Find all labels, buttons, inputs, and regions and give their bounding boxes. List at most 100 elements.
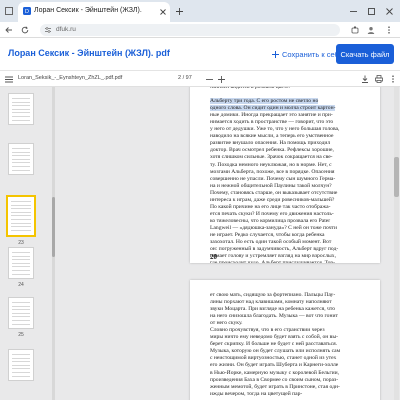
- thumbnail-text-line: [12, 116, 30, 117]
- new-tab-icon[interactable]: [174, 6, 184, 16]
- thumbnail-text-line: [12, 364, 30, 366]
- viewer-scrollbar-track[interactable]: [394, 87, 399, 400]
- text-line: одного слова. Он сидит один и молча стро…: [210, 105, 336, 112]
- thumbnail-text-line: [12, 305, 30, 307]
- page-thumbnail[interactable]: [8, 297, 34, 329]
- thumbnail-text-line: [12, 262, 30, 264]
- document-viewer: Минхен видится в розовом цвете. Альберту…: [56, 87, 400, 400]
- viewer-toolbar: Loran_Seksik_-_Eynshteyn_ZhZL_.pdf.pdf 2…: [0, 71, 400, 87]
- text-line: ется печать скуки? И почему его движения…: [210, 210, 334, 217]
- site-info-icon[interactable]: [44, 26, 52, 34]
- thumbnail-page-number: 25: [18, 332, 24, 338]
- plus-icon: [272, 50, 279, 58]
- text-line: лины порхают над клавишами, комнату напо…: [210, 299, 332, 306]
- close-window-icon[interactable]: [384, 6, 394, 16]
- tab-strip-icon[interactable]: [4, 6, 14, 16]
- thumbnail-text-line: [12, 259, 30, 261]
- text-line: берет скрипку. И больше не будет с ней р…: [210, 341, 338, 348]
- thumbnail-text-line: [12, 169, 30, 171]
- profile-icon[interactable]: [366, 25, 376, 35]
- print-icon[interactable]: [374, 74, 384, 84]
- sidebar-scrollbar-thumb[interactable]: [52, 197, 55, 257]
- text-line: По какой причине на его лице так часто о…: [210, 203, 331, 210]
- text-line: совершенно не упасли. Почему сын шумного…: [210, 175, 336, 182]
- document-title: Лоран Сексик - Эйнштейн (ЖЗЛ). pdf: [8, 48, 170, 58]
- thumbnail-text-line: [12, 273, 30, 275]
- reload-icon[interactable]: [20, 25, 30, 35]
- thumbnail-page-number: 24: [18, 282, 24, 288]
- text-line: Альберту три года. С его ростом не светл…: [210, 98, 319, 105]
- text-line: нимает голову и устремляет взгляд на мир…: [210, 253, 336, 260]
- page-thumbnail-active[interactable]: [6, 195, 36, 237]
- thumbnail-text-line: [11, 226, 31, 228]
- back-icon[interactable]: [4, 25, 14, 35]
- page-indicator[interactable]: 2 / 97: [178, 75, 192, 81]
- extensions-icon[interactable]: [350, 25, 360, 35]
- svg-text:D: D: [25, 9, 29, 15]
- browser-tab-bar: D Лоран Сексик - Эйнштейн (ЖЗЛ).: [0, 0, 400, 22]
- document-page: ет свою мать, сидящую за фортепиано. Пал…: [190, 280, 380, 400]
- browser-menu-icon[interactable]: [384, 25, 394, 35]
- minimize-icon[interactable]: [348, 6, 358, 16]
- page-number: 20: [210, 253, 217, 261]
- thumbnail-text-line: [12, 148, 30, 149]
- thumbnail-text-line: [12, 354, 30, 355]
- url-field[interactable]: dfuk.ru: [40, 24, 340, 36]
- text-line: на и нежной общительной Паулины такой мо…: [210, 182, 332, 189]
- thumbnail-text-line: [11, 215, 31, 217]
- page-thumbnail[interactable]: [8, 143, 34, 175]
- thumbnail-text-line: [11, 229, 31, 231]
- thumbnail-page-number: 23: [18, 240, 24, 246]
- download-button[interactable]: Скачать файл: [336, 44, 394, 64]
- thumbnail-text-line: [12, 255, 30, 257]
- app-header: Лоран Сексик - Эйнштейн (ЖЗЛ). pdf Сохра…: [0, 38, 400, 71]
- save-to-account-button[interactable]: Сохранить к себе: [272, 44, 343, 64]
- page-thumbnail[interactable]: [8, 93, 34, 125]
- text-line: с неистощимой виртуозностью, станет одно…: [210, 355, 337, 362]
- thumbnail-text-line: [11, 204, 31, 206]
- text-line: его жизни. Он будет играть Шуберта и Кар…: [210, 362, 339, 369]
- text-line: от него скуку.: [210, 320, 243, 327]
- text-line: доктор. Врач осмотрел ребенка. Рефлексы …: [210, 147, 334, 154]
- thumbnail-text-line: [12, 162, 30, 164]
- zoom-in-icon[interactable]: [216, 74, 226, 84]
- download-icon[interactable]: [360, 74, 370, 84]
- text-line: на него снизошла благодать. Музыка — вот…: [210, 313, 338, 320]
- text-line: женным мемотой, будет играть в Принстоне…: [210, 383, 340, 390]
- thumbnail-text-line: [12, 375, 30, 377]
- thumbnail-text-line: [12, 155, 30, 157]
- thumbnail-text-line: [12, 119, 30, 121]
- thumbnail-text-line: [11, 211, 31, 213]
- document-page: Минхен видится в розовом цвете. Альберту…: [190, 87, 380, 263]
- browser-tab[interactable]: D Лоран Сексик - Эйнштейн (ЖЗЛ).: [18, 2, 170, 22]
- text-line: хотя слишком сильные. Зрачок сокращается…: [210, 154, 333, 161]
- thumbnail-text-line: [11, 222, 31, 224]
- text-line: интереса к играм, даже среди ровесников-…: [210, 196, 335, 203]
- page-thumbnail[interactable]: [8, 247, 34, 279]
- text-line: Музыка, которую он будет слушать или исп…: [210, 348, 341, 355]
- thumbnail-text-line: [11, 201, 31, 202]
- text-line: нимается ходить в пространстве — говорит…: [210, 119, 334, 126]
- address-bar: dfuk.ru: [0, 22, 400, 38]
- viewer-scrollbar-thumb[interactable]: [394, 157, 399, 197]
- url-text: dfuk.ru: [56, 26, 76, 33]
- thumbnail-text-line: [12, 316, 30, 318]
- text-line: Словно прочувствуя, что в его странствии…: [210, 327, 325, 334]
- text-line: миры ничто ему неведомо будет взять с со…: [210, 334, 338, 341]
- thumbnail-text-line: [12, 266, 30, 268]
- text-line: не играет. Редко случается, чтобы когда …: [210, 231, 325, 238]
- thumbnail-text-line: [12, 101, 30, 103]
- maximize-icon[interactable]: [366, 6, 376, 16]
- sidebar-toggle-icon[interactable]: [4, 74, 14, 84]
- thumbnail-text-line: [12, 270, 30, 271]
- viewer-filename: Loran_Seksik_-_Eynshteyn_ZhZL_.pdf.pdf: [18, 75, 123, 81]
- thumbnail-text-line: [11, 219, 31, 220]
- text-line: ет свою мать, сидящую за фортепиано. Пал…: [210, 292, 336, 298]
- page-thumbnail[interactable]: [8, 349, 34, 381]
- thumbnail-text-line: [12, 166, 30, 167]
- close-tab-icon[interactable]: [158, 7, 167, 16]
- thumbnail-text-line: [12, 108, 30, 110]
- thumbnail-text-line: [12, 309, 30, 311]
- zoom-out-icon[interactable]: [204, 74, 214, 84]
- more-options-icon[interactable]: [388, 74, 398, 84]
